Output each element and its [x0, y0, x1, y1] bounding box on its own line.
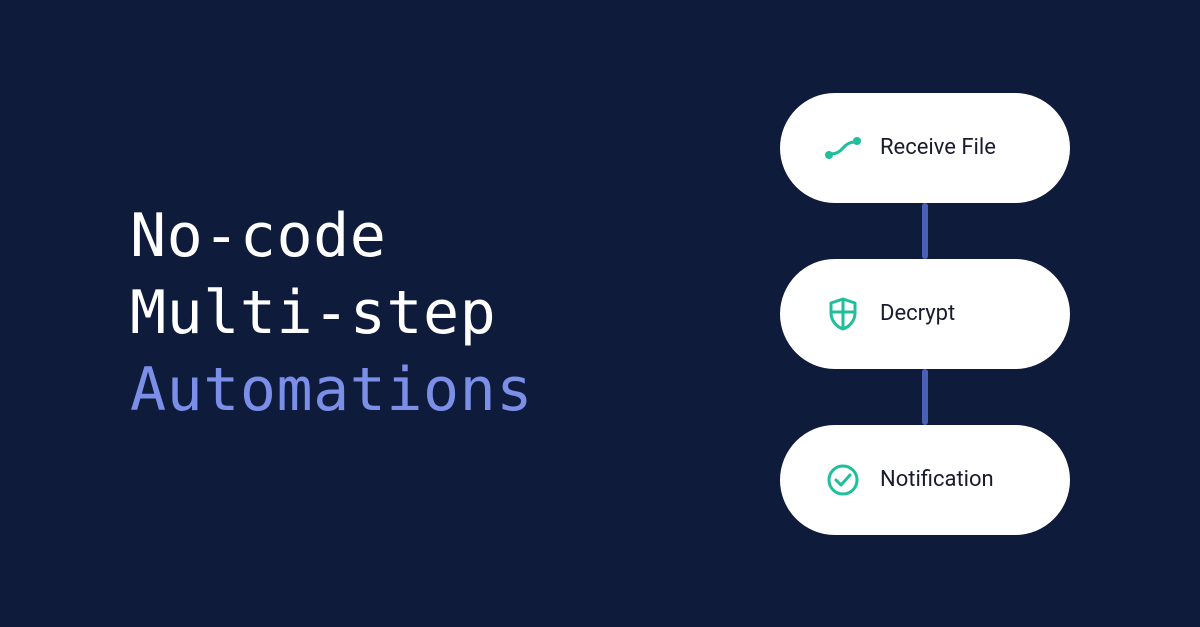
step-label: Decrypt — [880, 301, 955, 326]
heading-block: No-code Multi-step Automations — [0, 198, 740, 428]
heading-line-2: Multi-step — [130, 275, 740, 352]
flow-icon — [824, 129, 862, 167]
check-circle-icon — [824, 461, 862, 499]
workflow-diagram: Receive File Decrypt Notification — [740, 93, 1200, 535]
connector-line — [922, 203, 928, 259]
step-label: Notification — [880, 467, 994, 492]
heading-line-1: No-code — [130, 198, 740, 275]
connector-line — [922, 369, 928, 425]
step-label: Receive File — [880, 135, 996, 160]
step-notification: Notification — [780, 425, 1070, 535]
step-receive-file: Receive File — [780, 93, 1070, 203]
step-decrypt: Decrypt — [780, 259, 1070, 369]
heading-line-3: Automations — [130, 352, 740, 429]
shield-icon — [824, 295, 862, 333]
